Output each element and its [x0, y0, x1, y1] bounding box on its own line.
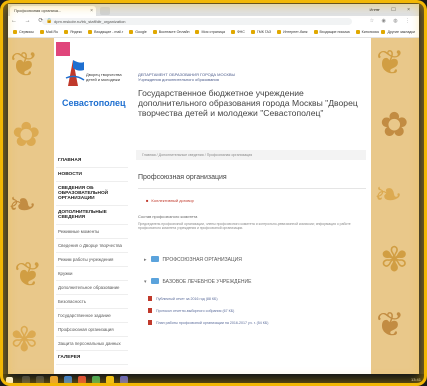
folder-icon: [150, 278, 159, 284]
bookmark-item[interactable]: Mail.Ru: [40, 27, 58, 37]
file-link[interactable]: Протокол отчетно-выборного собрания (67 …: [148, 308, 234, 314]
logo-flag-icon: [65, 60, 85, 86]
department-header: ДЕПАРТАМЕНТ ОБРАЗОВАНИЯ ГОРОДА МОСКВЫ Уч…: [138, 72, 235, 82]
folder-label: ПРОФСОЮЗНАЯ ОРГАНИЗАЦИЯ: [162, 257, 242, 263]
logo-tagline: Дворец творчества детей и молодежи: [86, 72, 122, 82]
other-bookmarks[interactable]: Другие закладки: [381, 27, 415, 37]
url-text: dpm.mskobr.ru/trk_staff/dtr_organization: [54, 19, 126, 24]
bookmark-item[interactable]: Яндекс: [64, 27, 82, 37]
app-icon[interactable]: [78, 376, 86, 384]
browser-tab-bar: Профсоюзная организа... × Инна — ☐ ×: [8, 4, 419, 16]
leaf-decoration: ❧: [374, 176, 403, 214]
content-panel: Дворец творчества детей и молодежи Севас…: [54, 38, 371, 374]
logo-pink-block: [56, 42, 70, 56]
leaf-decoration: ❦: [10, 46, 39, 84]
leaf-decoration: ❦: [14, 256, 43, 294]
leaf-decoration: ❧: [8, 186, 37, 224]
window-controls[interactable]: — ☐ ×: [375, 5, 415, 15]
bookmark-item[interactable]: Сервисы: [13, 27, 34, 37]
department-subtitle: Учреждения дополнительного образования: [138, 77, 219, 82]
task-view-icon[interactable]: [36, 376, 44, 384]
explorer-icon[interactable]: [50, 376, 58, 384]
app-icon[interactable]: [92, 376, 100, 384]
browser-icon[interactable]: [64, 376, 72, 384]
bookmark-item[interactable]: Вконтакте Онлайн: [153, 27, 190, 37]
tab-title: Профсоюзная организа...: [14, 8, 62, 13]
extensions-icons[interactable]: ☆ ◉ ◍ ⋮: [370, 17, 413, 26]
system-tray-clock[interactable]: 13:41: [411, 374, 421, 386]
bookmarks-bar: Сервисы Mail.Ru Яндекс Входящие - mail.r…: [8, 27, 419, 38]
taskbar: 13:41: [0, 374, 427, 386]
chevron-down-icon: ▾: [144, 279, 147, 285]
bookmark-item[interactable]: Интернет-банк: [277, 27, 307, 37]
leaf-decoration: ❦: [376, 44, 405, 82]
sidebar-item-union[interactable]: Профсоюзная организация: [56, 323, 128, 337]
breadcrumb[interactable]: Главная / Дополнительные сведения / Проф…: [136, 150, 366, 160]
bookmark-item[interactable]: Входящие - mail.r: [88, 27, 123, 37]
collective-agreement-link[interactable]: Коллективный договор: [146, 198, 193, 203]
file-link[interactable]: Публичный отчет за 2016 год (88 КБ): [148, 296, 218, 302]
leaf-decoration: ✾: [380, 241, 409, 279]
new-tab-button[interactable]: [100, 7, 110, 15]
leaf-decoration: ✿: [12, 116, 41, 154]
sidebar-item[interactable]: Сведения о Дворце творчества: [56, 239, 128, 253]
folder-union-org[interactable]: ▸ ПРОФСОЮЗНАЯ ОРГАНИЗАЦИЯ: [144, 256, 242, 264]
sidebar-item[interactable]: Режимные моменты: [56, 225, 128, 239]
description-paragraph: Председатель профсоюзной организации, чл…: [138, 222, 351, 231]
sidebar-item[interactable]: Режим работы учреждения: [56, 253, 128, 267]
leaf-decoration: ✿: [380, 106, 409, 144]
file-link[interactable]: План работы профсоюзной организации на 2…: [148, 320, 268, 326]
sidebar-item-gallery[interactable]: ГАЛЕРЕЯ: [56, 351, 128, 365]
leaf-decoration: ✾: [10, 321, 39, 359]
lock-icon: 🔒: [46, 18, 53, 24]
folder-icon: [150, 256, 159, 262]
bookmark-item[interactable]: ФНС: [231, 27, 245, 37]
sidebar-item-news[interactable]: НОВОСТИ: [56, 168, 128, 182]
page-title: Профсоюзная организация: [138, 174, 227, 181]
folder-medical[interactable]: ▾ БАЗОВОЕ ЛЕЧЕБНОЕ УЧРЕЖДЕНИЕ: [144, 278, 251, 286]
bookmark-item[interactable]: Кинопоиск: [356, 27, 379, 37]
sidebar: Дворец творчества детей и молодежи Севас…: [54, 38, 130, 374]
sidebar-item[interactable]: Государственное задание: [56, 309, 128, 323]
sidebar-item[interactable]: Защита персональных данных: [56, 337, 128, 351]
institution-title: Государственное бюджетное учреждение доп…: [138, 88, 358, 118]
chevron-right-icon: ▸: [144, 257, 147, 263]
bookmark-item[interactable]: ГМК ГАЗ: [251, 27, 271, 37]
site-logo[interactable]: Дворец творчества детей и молодежи Севас…: [56, 42, 126, 134]
committee-composition: Состав профсоюзного комитета: [138, 214, 198, 219]
sidebar-menu: ГЛАВНАЯ НОВОСТИ СВЕДЕНИЯ ОБ ОБРАЗОВАТЕЛЬ…: [56, 154, 128, 365]
search-icon[interactable]: [22, 376, 30, 384]
start-icon[interactable]: [6, 377, 13, 384]
folder-label: БАЗОВОЕ ЛЕЧЕБНОЕ УЧРЕЖДЕНИЕ: [162, 279, 252, 285]
url-input[interactable]: 🔒 dpm.mskobr.ru/trk_staff/dtr_organizati…: [42, 18, 352, 25]
sidebar-item-additional[interactable]: ДОПОЛНИТЕЛЬНЫЕ СВЕДЕНИЯ: [56, 206, 128, 225]
sidebar-item[interactable]: Дополнительное образование: [56, 281, 128, 295]
bookmark-item[interactable]: Входящие письма: [314, 27, 350, 37]
divider: [138, 188, 366, 189]
close-tab-icon[interactable]: ×: [90, 6, 93, 16]
sidebar-item-home[interactable]: ГЛАВНАЯ: [56, 154, 128, 168]
sidebar-item[interactable]: Кружки: [56, 267, 128, 281]
bookmark-item[interactable]: Моя страница: [195, 27, 224, 37]
chrome-icon[interactable]: [106, 376, 114, 384]
sidebar-item[interactable]: Безопасность: [56, 295, 128, 309]
logo-name: Севастополец: [62, 98, 126, 108]
web-page: ❦ ✿ ❧ ❦ ✾ ❦ ✿ ❧ ✾ ❦ Дворец творчества де…: [8, 38, 419, 374]
app-icon[interactable]: [120, 376, 128, 384]
sidebar-item-org-info[interactable]: СВЕДЕНИЯ ОБ ОБРАЗОВАТЕЛЬНОЙ ОРГАНИЗАЦИИ: [56, 182, 128, 206]
bookmark-item[interactable]: Google: [129, 27, 147, 37]
leaf-decoration: ❦: [376, 306, 405, 344]
browser-tab[interactable]: Профсоюзная организа... ×: [10, 6, 96, 16]
screen-frame: Профсоюзная организа... × Инна — ☐ × ← →…: [0, 0, 427, 386]
main-content: ДЕПАРТАМЕНТ ОБРАЗОВАНИЯ ГОРОДА МОСКВЫ Уч…: [136, 38, 366, 374]
